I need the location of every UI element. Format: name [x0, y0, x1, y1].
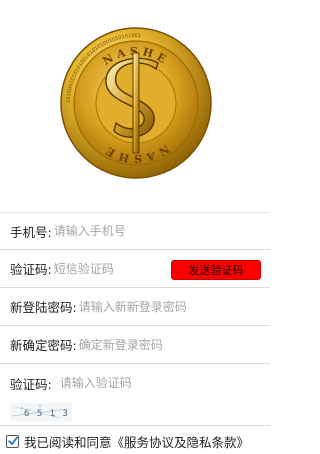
- phone-row: 手机号:: [0, 212, 270, 250]
- captcha-image[interactable]: 6 5 1 3 8: [10, 403, 81, 421]
- checkmark-icon: [7, 436, 18, 445]
- confirm-password-row: 新确定密码:: [0, 326, 270, 364]
- confirm-password-label: 新确定密码:: [10, 338, 77, 353]
- captcha-row: 验证码: 6 5 1 3 8: [0, 364, 270, 426]
- agreement-checkbox[interactable]: [6, 434, 19, 448]
- agreement-row[interactable]: 我已阅读和同意《服务协议及隐私条款》: [0, 428, 270, 454]
- sms-code-row: 验证码: 发送验证码: [0, 250, 270, 288]
- new-password-input[interactable]: [78, 299, 270, 314]
- phone-label: 手机号:: [10, 224, 52, 240]
- coin-logo-area: 1010001010101001010101001010101001 NASHE…: [0, 0, 270, 205]
- send-code-button[interactable]: 发送验证码: [171, 260, 261, 280]
- captcha-label: 验证码:: [10, 376, 52, 392]
- agreement-text[interactable]: 我已阅读和同意《服务协议及隐私条款》: [24, 432, 249, 451]
- confirm-password-input[interactable]: [78, 337, 270, 352]
- new-password-row: 新登陆密码:: [0, 288, 270, 326]
- reset-password-form: 手机号: 验证码: 发送验证码 新登陆密码: 新确定密码: 验证码: 6 5 1…: [0, 212, 270, 426]
- sms-code-input[interactable]: [53, 261, 134, 276]
- sms-code-label: 验证码:: [10, 262, 52, 277]
- captcha-image-text: 6 5 1 3 8: [24, 409, 72, 419]
- captcha-input[interactable]: [59, 376, 270, 390]
- phone-input[interactable]: [53, 224, 270, 238]
- new-password-label: 新登陆密码:: [10, 300, 77, 315]
- nashe-coin-logo: 1010001010101001010101001010101001 NASHE…: [60, 27, 212, 179]
